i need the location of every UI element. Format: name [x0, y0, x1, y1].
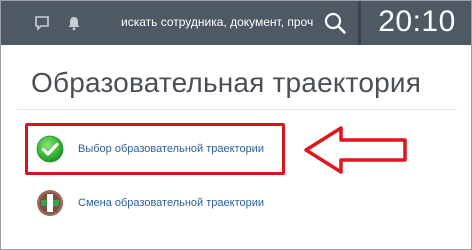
swap-icon	[37, 190, 63, 216]
search-input[interactable]: искать сотрудника, документ, проч	[121, 15, 319, 29]
item-label: Смена образовательной траектории	[78, 197, 265, 209]
list-item-change-trajectory[interactable]: Смена образовательной траектории	[25, 177, 285, 229]
bell-icon[interactable]	[65, 14, 83, 32]
list-item-select-trajectory[interactable]: Выбор образовательной траектории	[25, 123, 285, 175]
topbar-separator	[358, 1, 361, 45]
search-icon[interactable]	[323, 11, 347, 35]
pointer-arrow	[304, 126, 407, 174]
app-frame: искать сотрудника, документ, проч 20:10 …	[0, 0, 472, 250]
green-check-icon	[36, 135, 64, 163]
divider	[17, 109, 457, 110]
page-title: Образовательная траектория	[31, 67, 422, 98]
item-label: Выбор образовательной траектории	[78, 143, 264, 155]
top-bar: искать сотрудника, документ, проч 20:10	[1, 1, 471, 45]
clock: 20:10	[378, 5, 456, 38]
chat-icon[interactable]	[33, 14, 51, 32]
